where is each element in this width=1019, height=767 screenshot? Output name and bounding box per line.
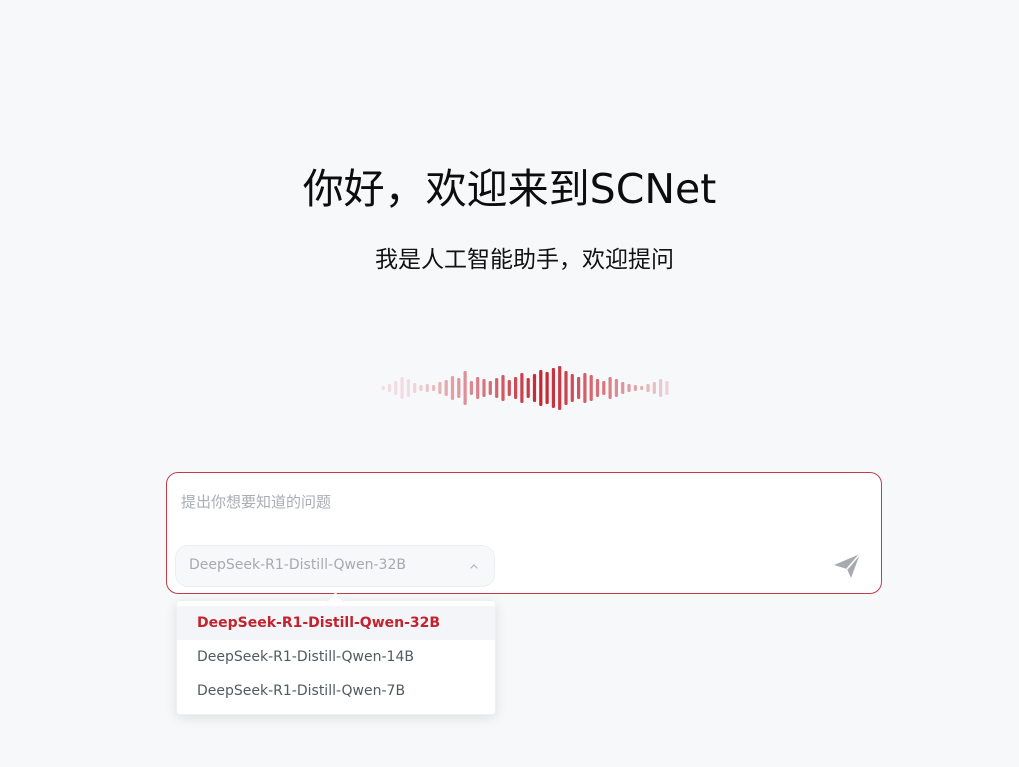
wave-bar: [640, 386, 644, 390]
wave-bar: [444, 380, 448, 396]
wave-bar: [469, 381, 473, 395]
model-option[interactable]: DeepSeek-R1-Distill-Qwen-14B: [177, 640, 495, 674]
voice-waveform-icon: [381, 366, 669, 410]
wave-bar: [394, 381, 398, 395]
chat-input-card: DeepSeek-R1-Distill-Qwen-32B: [166, 472, 882, 594]
wave-bar: [558, 366, 562, 410]
wave-bar: [387, 384, 392, 392]
wave-bar: [406, 379, 410, 397]
wave-bar: [526, 378, 530, 398]
wave-bar: [450, 376, 455, 400]
wave-bar: [432, 385, 436, 391]
page-title: 你好，欢迎来到SCNet: [302, 165, 717, 213]
wave-bar: [532, 374, 537, 402]
wave-bar: [608, 377, 612, 399]
wave-bar: [577, 377, 581, 399]
wave-bar: [570, 374, 574, 402]
wave-bar: [507, 380, 511, 396]
wave-bar: [633, 385, 637, 391]
model-option[interactable]: DeepSeek-R1-Distill-Qwen-7B: [177, 674, 495, 708]
model-option[interactable]: DeepSeek-R1-Distill-Qwen-32B: [177, 606, 495, 640]
wave-bar: [488, 381, 492, 395]
wave-bar: [659, 379, 663, 397]
wave-bar: [652, 382, 656, 394]
chevron-up-icon: [470, 564, 478, 569]
wave-bar: [413, 383, 417, 393]
wave-bar: [564, 371, 568, 405]
wave-bar: [621, 382, 625, 394]
page-subtitle: 我是人工智能助手，欢迎提问: [375, 247, 674, 273]
wave-bar: [482, 379, 486, 397]
wave-bar: [425, 384, 429, 392]
send-icon[interactable]: [831, 551, 863, 581]
model-select[interactable]: DeepSeek-R1-Distill-Qwen-32B: [175, 545, 495, 587]
wave-bar: [381, 386, 385, 390]
wave-bar: [514, 377, 518, 399]
wave-bar: [463, 371, 467, 405]
wave-bar: [520, 373, 524, 403]
wave-bar: [595, 379, 600, 397]
wave-bar: [476, 377, 480, 399]
wave-bar: [539, 370, 543, 406]
model-dropdown: DeepSeek-R1-Distill-Qwen-32B DeepSeek-R1…: [176, 592, 496, 715]
model-select-value: DeepSeek-R1-Distill-Qwen-32B: [189, 557, 406, 573]
wave-bar: [665, 381, 669, 395]
question-input[interactable]: [181, 489, 821, 515]
wave-bar: [438, 382, 442, 394]
wave-bar: [419, 385, 423, 391]
wave-bar: [589, 375, 593, 401]
wave-bar: [501, 375, 505, 401]
wave-bar: [602, 381, 606, 395]
wave-bar: [400, 377, 404, 399]
wave-bar: [495, 378, 499, 398]
wave-bar: [627, 384, 631, 392]
wave-bar: [646, 384, 650, 392]
wave-bar: [545, 372, 549, 404]
wave-bar: [551, 368, 555, 408]
wave-bar: [457, 378, 461, 398]
wave-bar: [583, 373, 587, 403]
wave-bar: [614, 379, 618, 397]
